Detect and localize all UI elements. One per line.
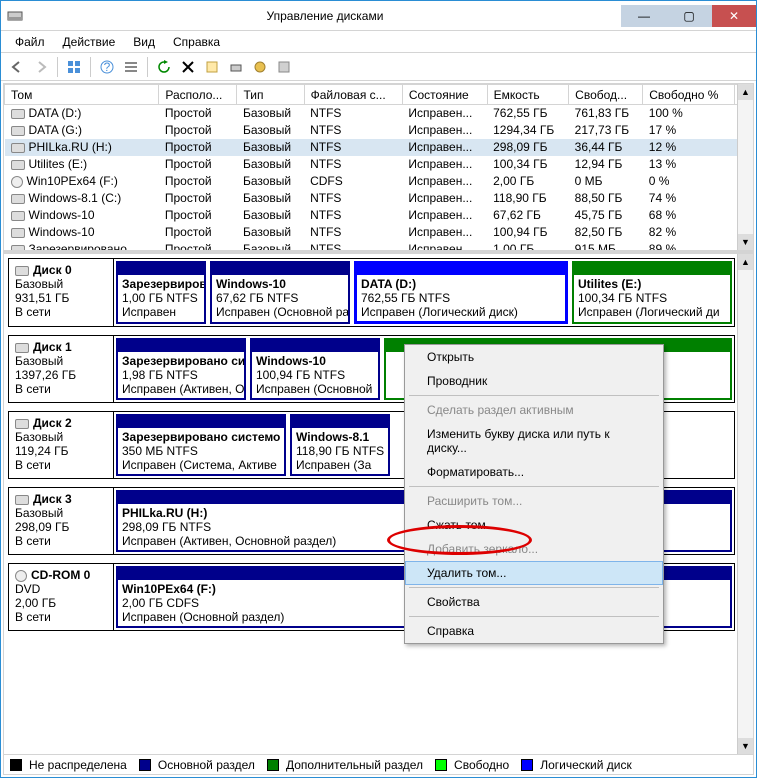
scroll-down-icon[interactable]: ▼ (738, 234, 753, 250)
disk-info[interactable]: Диск 0Базовый931,51 ГБВ сети (9, 259, 114, 326)
properties-icon[interactable] (202, 57, 222, 77)
volume-row[interactable]: Windows-8.1 (C:)ПростойБазовыйNTFSИсправ… (5, 190, 753, 207)
minimize-button[interactable]: — (621, 5, 666, 27)
column-header[interactable]: Том (5, 85, 159, 105)
disk-info[interactable]: Диск 2Базовый119,24 ГБВ сети (9, 412, 114, 478)
app-icon (7, 8, 23, 24)
views-icon[interactable] (64, 57, 84, 77)
disk-info[interactable]: Диск 3Базовый298,09 ГБВ сети (9, 488, 114, 554)
volume-row[interactable]: Windows-10ПростойБазовыйNTFSИсправен...1… (5, 224, 753, 241)
legend-swatch (435, 759, 447, 771)
context-menu-item[interactable]: Удалить том... (405, 561, 663, 585)
partition[interactable]: DATA (D:)762,55 ГБ NTFSИсправен (Логичес… (354, 261, 568, 324)
partition[interactable]: Windows-8.1118,90 ГБ NTFSИсправен (За (290, 414, 390, 476)
volume-row[interactable]: DATA (D:)ПростойБазовыйNTFSИсправен...76… (5, 105, 753, 122)
close-button[interactable]: ✕ (711, 5, 756, 27)
forward-icon[interactable] (31, 57, 51, 77)
list-icon[interactable] (121, 57, 141, 77)
menu-separator (409, 486, 659, 487)
context-menu-item[interactable]: Проводник (405, 369, 663, 393)
column-header[interactable]: Файловая с... (304, 85, 402, 105)
eject-icon[interactable] (250, 57, 270, 77)
toolbar: ? (1, 53, 756, 81)
menu-separator (409, 395, 659, 396)
column-header[interactable]: Свобод... (569, 85, 643, 105)
context-menu-item[interactable]: Сжать том... (405, 513, 663, 537)
volume-row[interactable]: Зарезервировано...ПростойБазовыйNTFSИспр… (5, 241, 753, 255)
legend-label: Свободно (454, 758, 509, 772)
disk-info[interactable]: CD-ROM 0DVD2,00 ГБВ сети (9, 564, 114, 630)
column-header[interactable]: Свободно % (643, 85, 735, 105)
volume-row[interactable]: Utilites (E:)ПростойБазовыйNTFSИсправен.… (5, 156, 753, 173)
context-menu-item[interactable]: Форматировать... (405, 460, 663, 484)
legend-swatch (10, 759, 22, 771)
volume-row[interactable]: Win10PEx64 (F:)ПростойБазовыйCDFSИсправе… (5, 173, 753, 190)
rescan-icon[interactable] (226, 57, 246, 77)
volume-list: ТомРасполо...ТипФайловая с...СостояниеЕм… (4, 84, 753, 254)
column-header[interactable]: Состояние (402, 85, 487, 105)
delete-icon[interactable] (178, 57, 198, 77)
legend-label: Логический диск (540, 758, 632, 772)
volume-scrollbar[interactable]: ▲ ▼ (737, 84, 753, 250)
svg-text:?: ? (104, 60, 111, 74)
disk-info[interactable]: Диск 1Базовый1397,26 ГБВ сети (9, 336, 114, 402)
settings-icon[interactable] (274, 57, 294, 77)
menu-help[interactable]: Справка (165, 33, 228, 51)
disk-row: Диск 0Базовый931,51 ГБВ сетиЗарезервиров… (8, 258, 735, 327)
graphical-scrollbar[interactable]: ▲ ▼ (737, 254, 753, 754)
legend-label: Дополнительный раздел (286, 758, 423, 772)
menu-separator (409, 587, 659, 588)
column-header[interactable]: Емкость (487, 85, 569, 105)
partition[interactable]: Зарезервировано сис1,98 ГБ NTFSИсправен … (116, 338, 246, 400)
menu-view[interactable]: Вид (125, 33, 163, 51)
volume-row[interactable]: DATA (G:)ПростойБазовыйNTFSИсправен...12… (5, 122, 753, 139)
context-menu-item[interactable]: Открыть (405, 345, 663, 369)
column-header[interactable]: Располо... (159, 85, 237, 105)
legend-label: Не распределена (29, 758, 127, 772)
context-menu-item: Расширить том... (405, 489, 663, 513)
legend: Не распределена Основной раздел Дополнител… (4, 754, 753, 774)
menubar: Файл Действие Вид Справка (1, 31, 756, 53)
menu-separator (409, 616, 659, 617)
context-menu-item: Добавить зеркало... (405, 537, 663, 561)
legend-swatch (139, 759, 151, 771)
context-menu: ОткрытьПроводник Сделать раздел активнымИ… (404, 344, 664, 644)
legend-label: Основной раздел (158, 758, 255, 772)
menu-file[interactable]: Файл (7, 33, 53, 51)
window-title: Управление дисками (29, 9, 621, 23)
scroll-down-icon[interactable]: ▼ (738, 738, 753, 754)
context-menu-item[interactable]: Свойства (405, 590, 663, 614)
column-header[interactable]: Тип (237, 85, 304, 105)
context-menu-item[interactable]: Изменить букву диска или путь к диску... (405, 422, 663, 460)
context-menu-item[interactable]: Справка (405, 619, 663, 643)
back-icon[interactable] (7, 57, 27, 77)
titlebar: Управление дисками — ▢ ✕ (1, 1, 756, 31)
legend-swatch (521, 759, 533, 771)
partition[interactable]: Зарезервировано системо350 МБ NTFSИсправ… (116, 414, 286, 476)
partition[interactable]: Windows-10100,94 ГБ NTFSИсправен (Основн… (250, 338, 380, 400)
refresh-icon[interactable] (154, 57, 174, 77)
scroll-up-icon[interactable]: ▲ (738, 254, 753, 270)
help-icon[interactable]: ? (97, 57, 117, 77)
legend-swatch (267, 759, 279, 771)
context-menu-item: Сделать раздел активным (405, 398, 663, 422)
partition[interactable]: Windows-1067,62 ГБ NTFSИсправен (Основно… (210, 261, 350, 324)
maximize-button[interactable]: ▢ (666, 5, 711, 27)
scroll-up-icon[interactable]: ▲ (738, 84, 753, 100)
partition[interactable]: Зарезервиров1,00 ГБ NTFSИсправен (116, 261, 206, 324)
volume-row[interactable]: Windows-10ПростойБазовыйNTFSИсправен...6… (5, 207, 753, 224)
volume-row[interactable]: PHILka.RU (H:)ПростойБазовыйNTFSИсправен… (5, 139, 753, 156)
partition[interactable]: Utilites (E:)100,34 ГБ NTFSИсправен (Лог… (572, 261, 732, 324)
menu-action[interactable]: Действие (55, 33, 124, 51)
